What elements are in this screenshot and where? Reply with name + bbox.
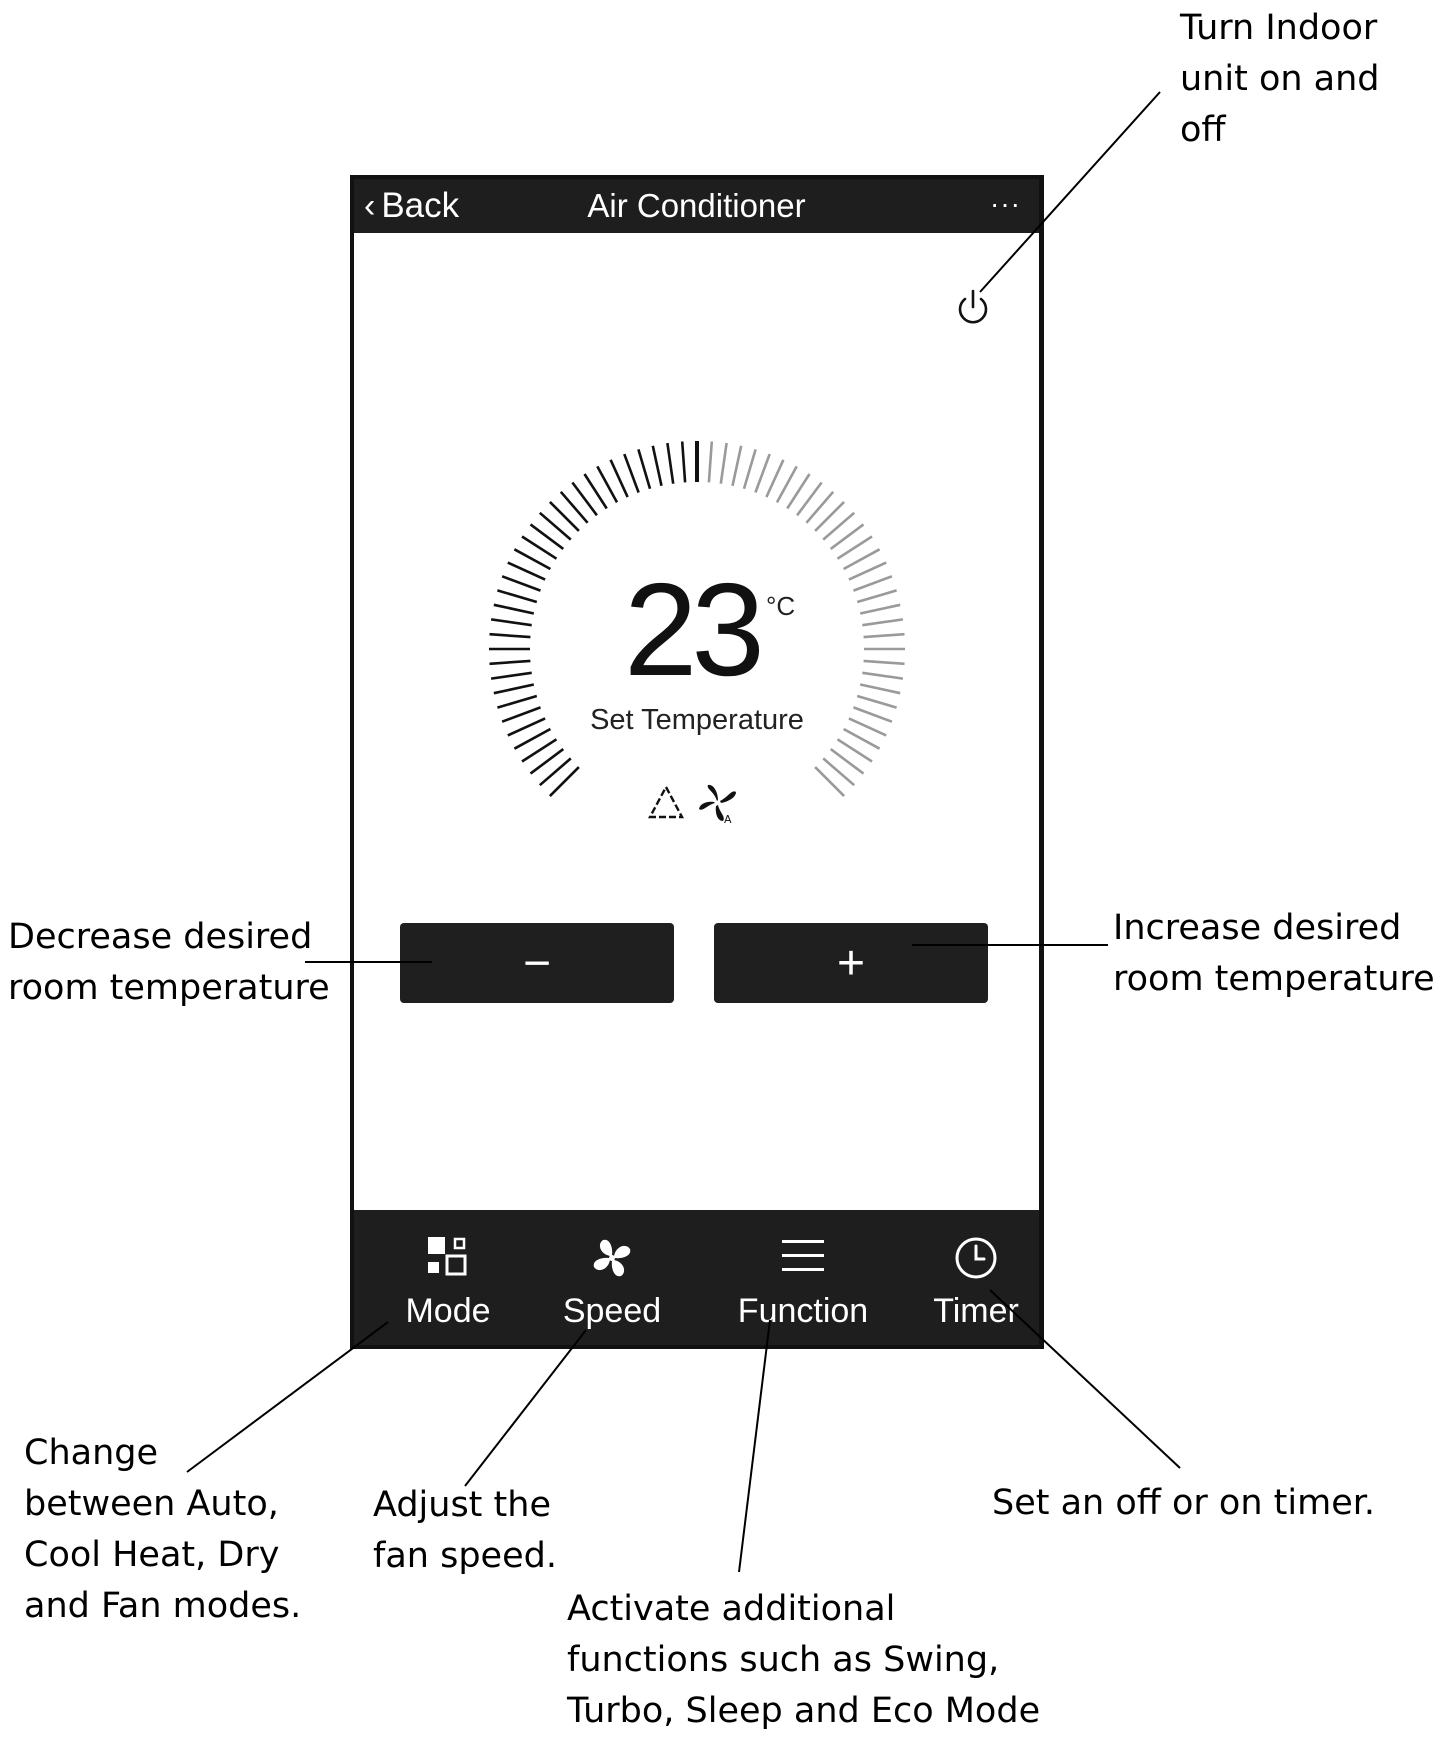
tab-label-timer: Timer	[933, 1292, 1019, 1330]
dial-tick	[489, 659, 531, 666]
dial-tick	[848, 561, 887, 581]
triangle-mode-icon	[648, 784, 684, 819]
dial-tick	[507, 561, 546, 581]
tab-timer[interactable]: Timer	[918, 1210, 1034, 1345]
dial-tick	[637, 449, 652, 490]
phone-screen: ‹ Back Air Conditioner ··· 23 °C Set Tem…	[350, 175, 1044, 1349]
dial-tick	[501, 575, 541, 592]
fan-auto-icon: A	[699, 784, 736, 825]
annotation-decrease: Decrease desired room temperature	[8, 917, 330, 1008]
dial-tick	[493, 603, 535, 615]
dial-tick	[754, 453, 771, 493]
tab-speed[interactable]: Speed	[550, 1210, 674, 1345]
dial-tick	[863, 659, 905, 666]
tab-mode[interactable]: Mode	[390, 1210, 506, 1345]
annotation-power: Turn Indoor unit on and off	[1180, 8, 1380, 150]
dial-tick	[853, 575, 893, 592]
annotation-increase: Increase desired room temperature	[1113, 908, 1435, 999]
leader-line-function	[738, 1319, 771, 1573]
dial-tick	[707, 441, 714, 483]
dial-tick	[856, 589, 897, 604]
dial-tick	[731, 445, 743, 487]
dial-tick	[623, 453, 640, 493]
svg-text:A: A	[724, 813, 732, 825]
tab-label-speed: Speed	[562, 1292, 662, 1330]
fan-icon	[593, 1239, 631, 1277]
temperature-unit: °C	[766, 591, 796, 621]
set-temperature-label: Set Temperature	[590, 704, 804, 736]
temperature-value: 23	[624, 556, 765, 703]
temperature-dial[interactable]	[354, 179, 1040, 879]
annotation-speed: Adjust the fan speed.	[373, 1485, 557, 1576]
mode-grid-icon	[428, 1237, 467, 1276]
bottom-tab-bar: Mode Speed Function Timer	[354, 1210, 1039, 1345]
menu-icon	[782, 1240, 824, 1271]
dial-tick	[859, 683, 901, 695]
dial-tick	[490, 671, 532, 680]
annotation-function: Activate additional functions such as Sw…	[567, 1589, 1041, 1731]
dial-tick	[651, 445, 663, 487]
leader-line-speed	[464, 1329, 587, 1487]
dial-tick	[859, 603, 901, 615]
dial-tick	[863, 632, 905, 639]
clock-icon	[955, 1237, 997, 1279]
dial-tick	[742, 449, 757, 490]
increase-temperature-button[interactable]: +	[714, 923, 988, 1003]
dial-tick	[489, 632, 531, 639]
dial-tick	[719, 442, 728, 484]
dial-tick	[609, 459, 629, 498]
decrease-temperature-button[interactable]: −	[400, 923, 674, 1003]
dial-tick	[497, 589, 538, 604]
dial-tick	[493, 683, 535, 695]
dial-tick	[765, 459, 785, 498]
annotation-timer: Set an off or on timer.	[992, 1483, 1376, 1523]
tab-label-function: Function	[737, 1292, 869, 1330]
dial-tick	[862, 618, 904, 627]
dial-tick	[666, 442, 675, 484]
tab-function[interactable]: Function	[720, 1210, 886, 1345]
dial-tick	[490, 618, 532, 627]
dial-tick	[862, 671, 904, 680]
annotation-mode: Change between Auto, Cool Heat, Dry and …	[24, 1433, 302, 1626]
tab-label-mode: Mode	[405, 1292, 491, 1330]
dial-tick	[680, 441, 687, 483]
